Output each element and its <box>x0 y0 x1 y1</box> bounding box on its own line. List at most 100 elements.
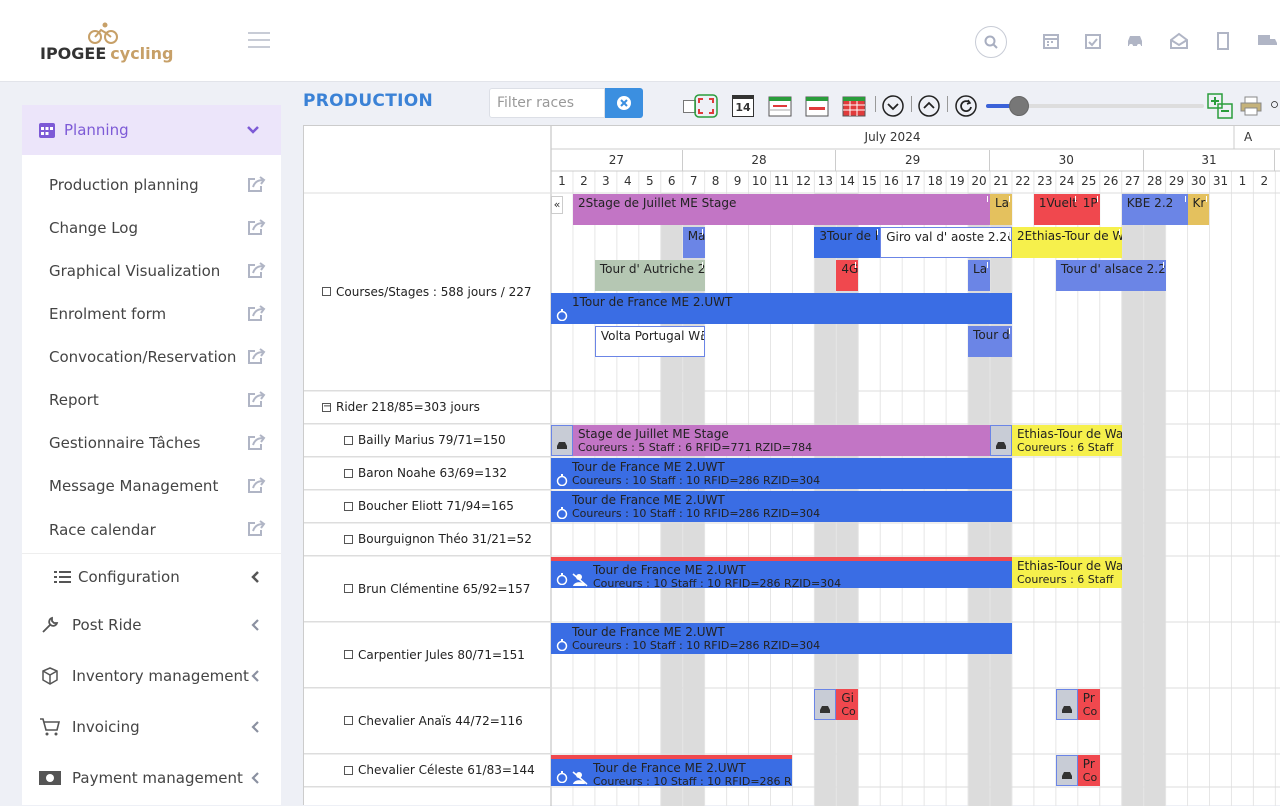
refresh-icon[interactable] <box>953 94 979 118</box>
truck-icon[interactable] <box>1256 30 1278 52</box>
sidebar-item-8[interactable]: Race calendar <box>22 507 281 553</box>
row-checkbox[interactable] <box>344 501 353 511</box>
race-bar[interactable]: Kr <box>1187 194 1210 225</box>
race-bar[interactable]: Ethias-Tour de Wa Coureurs : 6 Staff <box>1011 557 1122 588</box>
race-bar[interactable]: Ma <box>682 227 705 258</box>
race-bar[interactable]: Gi Co <box>836 689 859 720</box>
print-icon[interactable] <box>1238 94 1264 118</box>
race-bar[interactable]: La <box>990 194 1012 225</box>
race-bar[interactable]: Pr Co <box>1077 689 1100 720</box>
race-bar[interactable]: Giro val d' aoste 2.2U <box>880 227 1012 258</box>
tablet-icon[interactable] <box>1212 30 1234 52</box>
race-bar[interactable]: Volta Portugal WE <box>594 326 705 357</box>
race-bar[interactable]: Tour de France ME 2.UWT Coureurs : 10 Sta… <box>551 491 1012 522</box>
transport-marker[interactable] <box>1055 755 1078 786</box>
calendar-check-icon[interactable] <box>1082 30 1104 52</box>
row-label[interactable]: Boucher Eliott 71/94=165 <box>304 490 551 523</box>
sidebar-item-2[interactable]: Graphical Visualization <box>22 249 281 292</box>
car-icon[interactable] <box>1124 30 1146 52</box>
row-checkbox[interactable] <box>344 716 353 725</box>
collapse-timeline-button[interactable]: « <box>551 196 563 214</box>
row-label[interactable]: Chevalier Céleste 61/83=144 <box>304 754 551 787</box>
row-label[interactable]: Chevalier Anaïs 44/72=116 <box>304 688 551 754</box>
race-bar[interactable]: 4G <box>836 260 859 291</box>
race-bar[interactable]: Ethias-Tour de Wa Coureurs : 6 Staff <box>1011 425 1122 456</box>
row-checkbox[interactable] <box>344 435 353 445</box>
external-link-icon[interactable] <box>247 218 267 236</box>
external-link-icon[interactable] <box>247 433 267 451</box>
external-link-icon[interactable] <box>247 390 267 408</box>
external-link-icon[interactable] <box>247 347 267 365</box>
filter-races-input[interactable]: Filter races <box>489 88 605 118</box>
sidebar-section-planning[interactable]: Planning <box>22 105 281 155</box>
row-label[interactable]: − Rider 218/85=303 jours <box>304 391 551 424</box>
row-label[interactable]: Carpentier Jules 80/71=151 <box>304 622 551 688</box>
race-bar[interactable]: 1Tour de France ME 2.UWT <box>551 293 1012 324</box>
race-bar[interactable]: Tour de France ME 2.UWT Coureurs : 10 Sta… <box>551 623 1012 654</box>
sidebar-item-3[interactable]: Enrolment form <box>22 292 281 335</box>
calendar-icon[interactable] <box>1040 30 1062 52</box>
sidebar-item-7[interactable]: Message Management <box>22 464 281 507</box>
row-checkbox[interactable] <box>322 287 331 296</box>
sidebar-item-4[interactable]: Convocation/Reservation <box>22 335 281 378</box>
transport-marker[interactable] <box>814 689 837 720</box>
external-link-icon[interactable] <box>247 261 267 279</box>
race-bar[interactable]: Tour de France ME 2.UWT Coureurs : 10 Sta… <box>551 458 1012 489</box>
race-bar[interactable]: Tour d' Autriche 2 <box>594 260 705 291</box>
race-bar[interactable]: Pr Co <box>1077 755 1100 786</box>
sidebar-group-0[interactable]: Post Ride <box>22 599 281 650</box>
zoom-in-out-icon[interactable] <box>1207 93 1233 119</box>
expand-all-icon[interactable] <box>880 94 906 118</box>
row-checkbox[interactable] <box>344 650 353 659</box>
race-bar[interactable]: La <box>968 260 990 291</box>
row-label[interactable]: Courses/Stages : 588 jours / 227 <box>304 193 551 391</box>
row-label[interactable]: Brun Clémentine 65/92=157 <box>304 556 551 622</box>
race-bar[interactable]: 1P <box>1077 194 1100 225</box>
row-checkbox[interactable] <box>344 534 353 544</box>
more-tools-icon[interactable] <box>1269 94 1280 118</box>
race-bar[interactable]: Tour d' alsace 2.2 <box>1055 260 1166 291</box>
sidebar-item-5[interactable]: Report <box>22 378 281 421</box>
calendar-year-icon[interactable] <box>841 94 867 118</box>
external-link-icon[interactable] <box>247 175 267 193</box>
transport-marker[interactable] <box>1055 689 1078 720</box>
race-bar[interactable]: 1Vuelt <box>1033 194 1078 225</box>
sidebar-item-6[interactable]: Gestionnaire Tâches <box>22 421 281 464</box>
calendar-day-icon[interactable]: 14 <box>730 94 756 118</box>
external-link-icon[interactable] <box>247 304 267 322</box>
zoom-slider-knob[interactable] <box>1008 96 1029 116</box>
row-label[interactable]: Baron Noahe 63/69=132 <box>304 457 551 490</box>
search-icon[interactable] <box>975 26 1007 58</box>
collapse-row-icon[interactable]: − <box>322 401 331 412</box>
calendar-week-icon[interactable] <box>767 94 793 118</box>
race-bar[interactable]: 3Tour de l <box>814 227 881 258</box>
sidebar-group-3[interactable]: Payment management <box>22 752 281 803</box>
clear-filter-button[interactable] <box>605 88 643 118</box>
sidebar-item-1[interactable]: Change Log <box>22 206 281 249</box>
logo[interactable]: IPOGEE cycling <box>40 22 180 67</box>
race-bar[interactable]: Tour de France ME 2.UWT Coureurs : 10 Sta… <box>551 755 793 786</box>
row-checkbox[interactable] <box>344 765 353 775</box>
race-bar[interactable]: Stage de Juillet ME Stage Coureurs : 5 St… <box>572 425 990 456</box>
envelope-open-icon[interactable] <box>1168 30 1190 52</box>
race-bar[interactable]: Tour d <box>968 326 1012 357</box>
transport-marker[interactable] <box>990 425 1012 456</box>
zoom-slider[interactable] <box>986 96 1204 116</box>
race-bar[interactable]: 2Stage de Juillet ME Stage <box>572 194 990 225</box>
collapse-all-icon[interactable] <box>916 94 942 118</box>
transport-marker[interactable] <box>551 425 573 456</box>
external-link-icon[interactable] <box>247 476 267 494</box>
external-link-icon[interactable] <box>247 519 267 537</box>
fullscreen-icon[interactable] <box>693 94 719 118</box>
sidebar-group-1[interactable]: Inventory management <box>22 650 281 701</box>
sidebar-group-2[interactable]: Invoicing <box>22 701 281 752</box>
row-checkbox[interactable] <box>344 584 353 593</box>
race-bar[interactable]: Tour de France ME 2.UWT Coureurs : 10 Sta… <box>551 557 1012 588</box>
sidebar-item-0[interactable]: Production planning <box>22 163 281 206</box>
row-label[interactable]: Bailly Marius 79/71=150 <box>304 424 551 457</box>
sidebar-item-configuration[interactable]: Configuration <box>22 553 281 599</box>
race-bar[interactable]: KBE 2.2 <box>1121 194 1188 225</box>
calendar-month-icon[interactable] <box>804 94 830 118</box>
row-checkbox[interactable] <box>344 468 353 478</box>
menu-toggle-icon[interactable] <box>248 32 270 48</box>
